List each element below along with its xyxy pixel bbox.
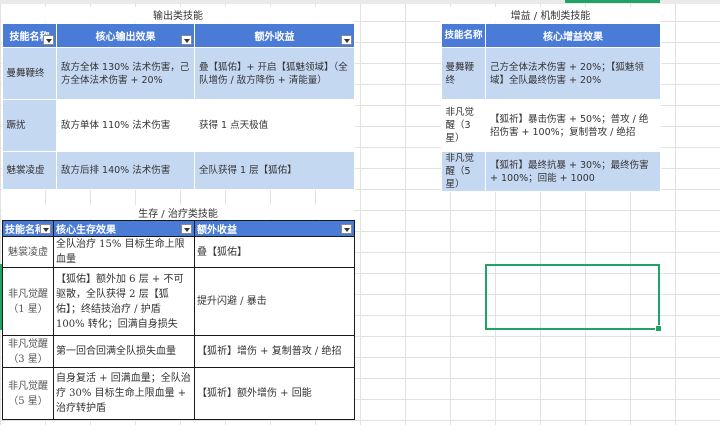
table-row: 曼舞鞭终 己方全体法术伤害 + 20%；【狐魅领域】全队最终伤害 + 20% (441, 47, 661, 100)
table-row: 曼舞鞭终 敌方全体 130% 法术伤害，己方全体法术伤害 + 20% 叠【狐佑】… (2, 47, 355, 100)
skill-name-cell[interactable]: 魅裳凌虚 (2, 236, 54, 268)
filter-dropdown-icon[interactable] (181, 35, 192, 45)
effect-cell[interactable]: 敌方单体 110% 法术伤害 (56, 99, 195, 152)
output-section-title: 输出类技能 (2, 7, 354, 22)
output-header-name: 技能名称 (2, 23, 57, 48)
effect-cell[interactable]: 第一回合回满全队损失血量 (53, 335, 195, 368)
bonus-cell[interactable]: 叠【狐佑】 (194, 236, 355, 268)
effect-cell[interactable]: 全队治疗 15% 目标生命上限血量 (53, 236, 195, 268)
buff-skills-table: 技能名称 核心增益效果 曼舞鞭终 己方全体法术伤害 + 20%；【狐魅领域】全队… (441, 23, 661, 192)
filter-dropdown-icon[interactable] (341, 224, 352, 234)
skill-name-cell[interactable]: 曼舞鞭终 (441, 47, 486, 100)
table-row: 魅裳凌虚 敌方后排 140% 法术伤害 全队获得 1 层【狐佑】 (2, 151, 355, 190)
skill-name-cell[interactable]: 曼舞鞭终 (2, 47, 57, 100)
bonus-cell[interactable]: 【狐祈】额外增伤 + 回能 (194, 367, 355, 420)
spreadsheet-grid[interactable]: 输出类技能 技能名称 核心输出效果 额外收益 曼舞鞭终 敌方全体 130% 法术… (0, 0, 720, 425)
table-row: 非凡觉醒（5 星） 【狐祈】最终抗暴 + 30%；最终伤害 + 100%；回能 … (441, 151, 661, 192)
filter-dropdown-icon[interactable] (40, 224, 51, 234)
bonus-cell[interactable]: 【狐祈】增伤 + 复制普攻 / 绝招 (194, 335, 355, 368)
skill-name-cell[interactable]: 非凡觉醒（5 星） (441, 151, 486, 192)
bonus-cell[interactable]: 提升闪避 / 暴击 (194, 267, 355, 336)
selected-cell[interactable] (485, 264, 662, 332)
skill-name-cell[interactable]: 非凡觉醒（3 星） (441, 99, 486, 152)
skill-name-cell[interactable]: 非凡觉醒（1 星） (2, 267, 54, 336)
effect-cell[interactable]: 【狐祈】最终抗暴 + 30%；最终伤害 + 100%；回能 + 1000 (485, 151, 661, 192)
effect-cell[interactable]: 【狐佑】额外加 6 层 + 不可驱散，全队获得 2 层【狐佑】；终结技治疗 / … (53, 267, 195, 336)
effect-cell[interactable]: 【狐祈】暴击伤害 + 50%；普攻 / 绝招伤害 + 100%；复制普攻 / 绝… (485, 99, 661, 152)
filter-dropdown-icon[interactable] (341, 35, 352, 45)
row-selection-indicator (0, 264, 2, 330)
skill-name-cell[interactable]: 魅裳凌虚 (2, 151, 57, 190)
skill-name-cell[interactable]: 非凡觉醒（3 星） (2, 335, 54, 368)
bonus-cell[interactable]: 获得 1 点天极值 (194, 99, 355, 152)
effect-cell[interactable]: 敌方后排 140% 法术伤害 (56, 151, 195, 190)
output-header-bonus: 额外收益 (194, 23, 355, 48)
table-row: 非凡觉醒（5 星） 自身复活 + 回满血量；全队治疗 30% 目标生命上限血量 … (2, 367, 355, 420)
survival-header-name: 技能名称 (2, 220, 54, 237)
survival-skills-table: 技能名称 核心生存效果 额外收益 魅裳凌虚 全队治疗 15% 目标生命上限血量 … (2, 220, 355, 420)
skill-name-cell[interactable]: 非凡觉醒（5 星） (2, 367, 54, 420)
table-row: 非凡觉醒（3 星） 【狐祈】暴击伤害 + 50%；普攻 / 绝招伤害 + 100… (441, 99, 661, 152)
effect-cell[interactable]: 己方全体法术伤害 + 20%；【狐魅领域】全队最终伤害 + 20% (485, 47, 661, 100)
survival-header-effect: 核心生存效果 (53, 220, 195, 237)
skill-name-cell[interactable]: 蹶扰 (2, 99, 57, 152)
active-column-indicator (565, 0, 660, 3)
buff-header-name: 技能名称 (441, 23, 486, 48)
effect-cell[interactable]: 自身复活 + 回满血量；全队治疗 30% 目标生命上限血量 + 治疗转护盾 (53, 367, 195, 420)
survival-section-title: 生存 / 治疗类技能 (2, 205, 354, 220)
output-header-effect: 核心输出效果 (56, 23, 195, 48)
effect-cell[interactable]: 敌方全体 130% 法术伤害，己方全体法术伤害 + 20% (56, 47, 195, 100)
filter-dropdown-icon[interactable] (43, 35, 54, 45)
buff-header-effect: 核心增益效果 (485, 23, 661, 48)
bonus-cell[interactable]: 全队获得 1 层【狐佑】 (194, 151, 355, 190)
output-skills-table: 技能名称 核心输出效果 额外收益 曼舞鞭终 敌方全体 130% 法术伤害，己方全… (2, 23, 355, 190)
buff-section-title: 增益 / 机制类技能 (441, 7, 660, 22)
filter-dropdown-icon[interactable] (181, 224, 192, 234)
table-row: 非凡觉醒（1 星） 【狐佑】额外加 6 层 + 不可驱散，全队获得 2 层【狐佑… (2, 267, 355, 336)
table-row: 蹶扰 敌方单体 110% 法术伤害 获得 1 点天极值 (2, 99, 355, 152)
bonus-cell[interactable]: 叠【狐佑】+ 开启【狐魅领域】（全队增伤 / 敌方降伤 + 清能量） (194, 47, 355, 100)
table-row: 魅裳凌虚 全队治疗 15% 目标生命上限血量 叠【狐佑】 (2, 236, 355, 268)
survival-header-bonus: 额外收益 (194, 220, 355, 237)
table-row: 非凡觉醒（3 星） 第一回合回满全队损失血量 【狐祈】增伤 + 复制普攻 / 绝… (2, 335, 355, 368)
